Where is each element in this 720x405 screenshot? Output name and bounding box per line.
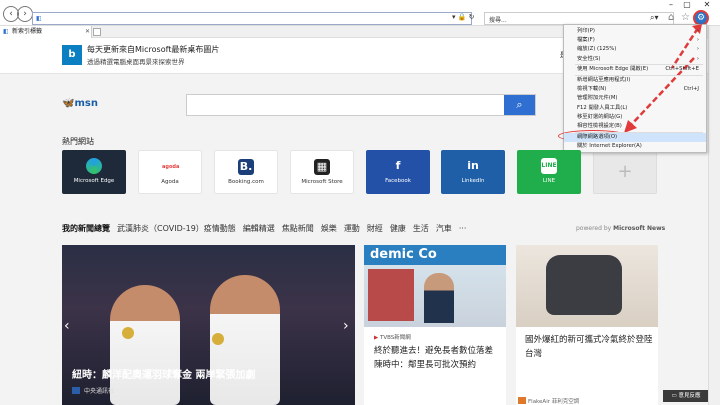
site-label: Microsoft Store <box>301 179 343 185</box>
favorites-star-icon[interactable]: ☆ <box>681 12 690 23</box>
carousel-next-icon[interactable]: › <box>343 318 349 334</box>
top-sites-heading: 熱門網站 <box>62 137 94 146</box>
news-category-tab[interactable]: 娛樂 <box>321 224 337 233</box>
close-tab-icon[interactable]: ✕ <box>85 28 90 35</box>
powered-by: powered by Microsoft News <box>576 225 666 232</box>
source-logo-icon <box>72 387 80 394</box>
minimize-button[interactable]: – <box>664 0 678 9</box>
close-window-button[interactable]: ✕ <box>700 0 714 9</box>
menu-item[interactable]: 管理附加元件(M) <box>577 94 705 103</box>
gold-medal <box>212 333 224 345</box>
source-logo-icon: ▶ <box>374 335 379 341</box>
hero-source: 中央通訊社 <box>84 388 115 395</box>
site-label: Booking.com <box>228 179 264 185</box>
site-label: Facebook <box>385 178 411 184</box>
banner-subtitle: 透過精選電腦桌面再景來探索世界 <box>87 58 185 66</box>
news-category-tab[interactable]: 汽車 <box>436 224 452 233</box>
bing-logo: b <box>62 45 82 65</box>
ad-card-source: FlakeAir 菲利克空調 <box>528 399 580 405</box>
menu-item[interactable]: 安全性(S) › <box>577 55 705 64</box>
site-logo-icon: in <box>467 159 479 172</box>
site-logo-icon: LINE <box>541 158 557 174</box>
hero-news-card[interactable] <box>62 245 355 405</box>
msn-butterfly-icon: 🦋 <box>62 98 75 109</box>
news-card-headline[interactable]: 終於聽進去！避免長者數位落差 陳時中：鄰里長可批次預約 <box>374 344 500 372</box>
address-controls[interactable]: ▾ 🔒 ↻ <box>452 13 475 21</box>
tab-new-tab[interactable]: ◧ 新索引標籤 <box>0 26 92 38</box>
news-category-tab[interactable]: 健康 <box>390 224 406 233</box>
carousel-prev-icon[interactable]: ‹ <box>64 318 70 334</box>
menu-item[interactable]: 網際網路選項(O) <box>564 132 706 142</box>
menu-item[interactable]: 移至釘選的網站(G) <box>577 113 705 122</box>
site-label: LinkedIn <box>461 178 485 184</box>
top-site-tile[interactable]: ▦ Microsoft Store <box>290 150 354 194</box>
site-label: Microsoft Edge <box>73 178 115 184</box>
news-category-tab[interactable]: 運動 <box>344 224 360 233</box>
menu-item[interactable]: 相容性檢視設定(B) <box>577 122 705 131</box>
banner-title[interactable]: 每天更新來自Microsoft最新桌布圖片 <box>87 44 219 55</box>
site-logo-icon: ▦ <box>314 159 330 175</box>
site-logo-icon: B. <box>238 159 254 175</box>
top-site-tile[interactable]: B. Booking.com <box>214 150 278 194</box>
msn-logo: 🦋msn <box>62 98 98 109</box>
news-category-nav: 我的新聞總覽 武漢肺炎（COVID-19）疫情動態 編輯精選 焦點新聞 娛樂 運動 財經 健康… <box>62 223 473 234</box>
top-site-tile[interactable]: f Facebook <box>366 150 430 194</box>
browser-window: ‹ › ◧ ▾ 🔒 ↻ 搜尋... ⌕▾ – ▢ ✕ ⌂ ☆ ⚙ ◧ 新索引標籤… <box>0 0 720 405</box>
search-icon[interactable]: ⌕▾ <box>650 13 659 23</box>
top-site-tile[interactable]: in LinkedIn <box>441 150 505 194</box>
news-category-tab[interactable]: 我的新聞總覽 <box>62 224 110 233</box>
site-logo-icon <box>86 158 102 174</box>
site-label: Agoda <box>161 179 179 185</box>
athlete-figure <box>110 285 180 405</box>
news-category-tab[interactable]: 焦點新聞 <box>282 224 314 233</box>
search-placeholder: 搜尋... <box>489 17 507 24</box>
menu-item[interactable]: 檔案(F) › <box>577 36 705 45</box>
presentation-board <box>368 269 414 321</box>
news-category-tab[interactable]: ··· <box>459 224 467 233</box>
news-category-tab[interactable]: 編輯精選 <box>243 224 275 233</box>
news-category-tab[interactable]: 武漢肺炎（COVID-19）疫情動態 <box>117 224 236 233</box>
menu-item[interactable]: F12 開發人員工具(L) <box>577 104 705 113</box>
page-icon: ◧ <box>36 15 42 22</box>
ad-card-headline[interactable]: 國外爆紅的新可攜式冷氣終於登陸台灣 <box>525 333 653 361</box>
hero-headline[interactable]: 紐時：麟洋配奧運羽球奪金 兩岸緊張加劇 <box>72 366 255 381</box>
portable-ac-product <box>546 255 622 315</box>
top-site-tile[interactable]: LINE LINE <box>517 150 581 194</box>
gold-medal <box>122 327 134 339</box>
news-category-tab[interactable]: 財經 <box>367 224 383 233</box>
forward-button[interactable]: › <box>17 6 33 22</box>
news-card-image: demic Co <box>364 245 506 327</box>
menu-item[interactable]: 列印(P) › <box>577 27 705 36</box>
msn-search-input[interactable] <box>186 94 536 116</box>
top-site-tile[interactable]: Microsoft Edge <box>62 150 126 194</box>
menu-item[interactable]: 新增網站至應用程式(I) <box>577 76 705 85</box>
news-category-tab[interactable]: 生活 <box>413 224 429 233</box>
new-tab-button[interactable] <box>93 28 101 36</box>
news-card-source: ▶ TVBS新聞網 <box>374 335 411 341</box>
feedback-icon: ▭ <box>671 393 677 399</box>
site-logo-icon: f <box>395 159 401 172</box>
maximize-button[interactable]: ▢ <box>680 0 694 9</box>
menu-item[interactable]: 使用 Microsoft Edge 開啟(E) Ctrl+Shift+E <box>577 65 705 74</box>
speaker-figure <box>424 273 454 323</box>
tab-title: 新索引標籤 <box>12 28 43 35</box>
ad-badge-icon <box>518 397 526 404</box>
menu-item[interactable]: 檢視下載(N) Ctrl+J <box>577 85 705 94</box>
press-backdrop-text: demic Co <box>364 245 506 265</box>
menu-item[interactable]: 縮放(Z) (125%) › <box>577 45 705 54</box>
address-bar[interactable]: ◧ <box>32 12 472 25</box>
tab-favicon: ◧ <box>3 28 9 35</box>
top-site-tile[interactable]: agoda Agoda <box>138 150 202 194</box>
site-label: LINE <box>542 178 556 184</box>
home-icon[interactable]: ⌂ <box>668 12 674 23</box>
feedback-button[interactable]: ▭ 意見反應 <box>663 390 709 402</box>
add-site-tile[interactable]: + <box>593 150 657 194</box>
site-logo-icon: agoda <box>162 164 180 170</box>
msn-search-button[interactable]: ⌕ <box>504 95 535 115</box>
menu-item[interactable]: 關於 Internet Explorer(A) <box>577 142 705 151</box>
